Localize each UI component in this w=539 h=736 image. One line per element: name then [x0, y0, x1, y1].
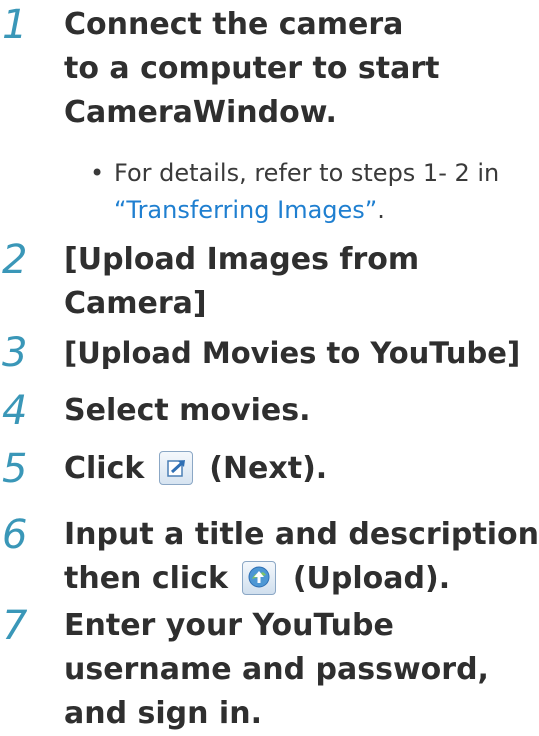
upload-icon [242, 561, 277, 595]
step-number: 3 [2, 330, 28, 376]
step-line: Camera] [64, 286, 207, 321]
note-period: . [377, 196, 385, 224]
step-text: Enter your YouTube username and password… [64, 604, 539, 736]
step-text: [Upload Images from Camera] [64, 238, 539, 326]
step-line: Input a title and description, [64, 517, 539, 552]
bullet: • [90, 159, 105, 187]
step-number: 2 [2, 237, 28, 283]
step-number: 7 [2, 603, 28, 649]
step-text-before: then click [64, 561, 228, 596]
step-line: CameraWindow. [64, 95, 337, 130]
step-line: [Upload Images from [64, 242, 420, 277]
note-body: For details, refer to steps 1- 2 in “Tra… [90, 155, 539, 229]
step-number: 1 [2, 2, 28, 48]
step-line: Connect the camera [64, 7, 404, 42]
step-line: Select movies. [64, 393, 311, 428]
step-line: then click (Upload). [64, 557, 539, 601]
transferring-images-link[interactable]: “Transferring Images” [114, 196, 377, 224]
step-text-after: (Next). [209, 451, 328, 486]
step-number: 5 [2, 446, 28, 492]
step-line: [Upload Movies to YouTube] [64, 336, 521, 370]
step-text: Connect the camera to a computer to star… [64, 3, 539, 135]
step-line: and sign in. [64, 696, 262, 731]
step-text: Click (Next). [64, 447, 539, 491]
step-text: Select movies. [64, 389, 539, 433]
step-line: to a computer to start [64, 51, 440, 86]
step-text-after: (Upload). [292, 561, 451, 596]
step-text: Input a title and description, then clic… [64, 513, 539, 601]
step-text: [Upload Movies to YouTube] [64, 331, 539, 375]
note-text: For details, refer to steps 1- 2 in [114, 159, 500, 187]
step-number: 4 [2, 388, 28, 434]
step-line: username and password, [64, 652, 489, 687]
step-line: Enter your YouTube [64, 608, 394, 643]
next-icon [158, 451, 193, 485]
step-1-note: • For details, refer to steps 1- 2 in “T… [90, 155, 539, 229]
step-text-before: Click [64, 451, 145, 486]
step-number: 6 [2, 512, 28, 558]
